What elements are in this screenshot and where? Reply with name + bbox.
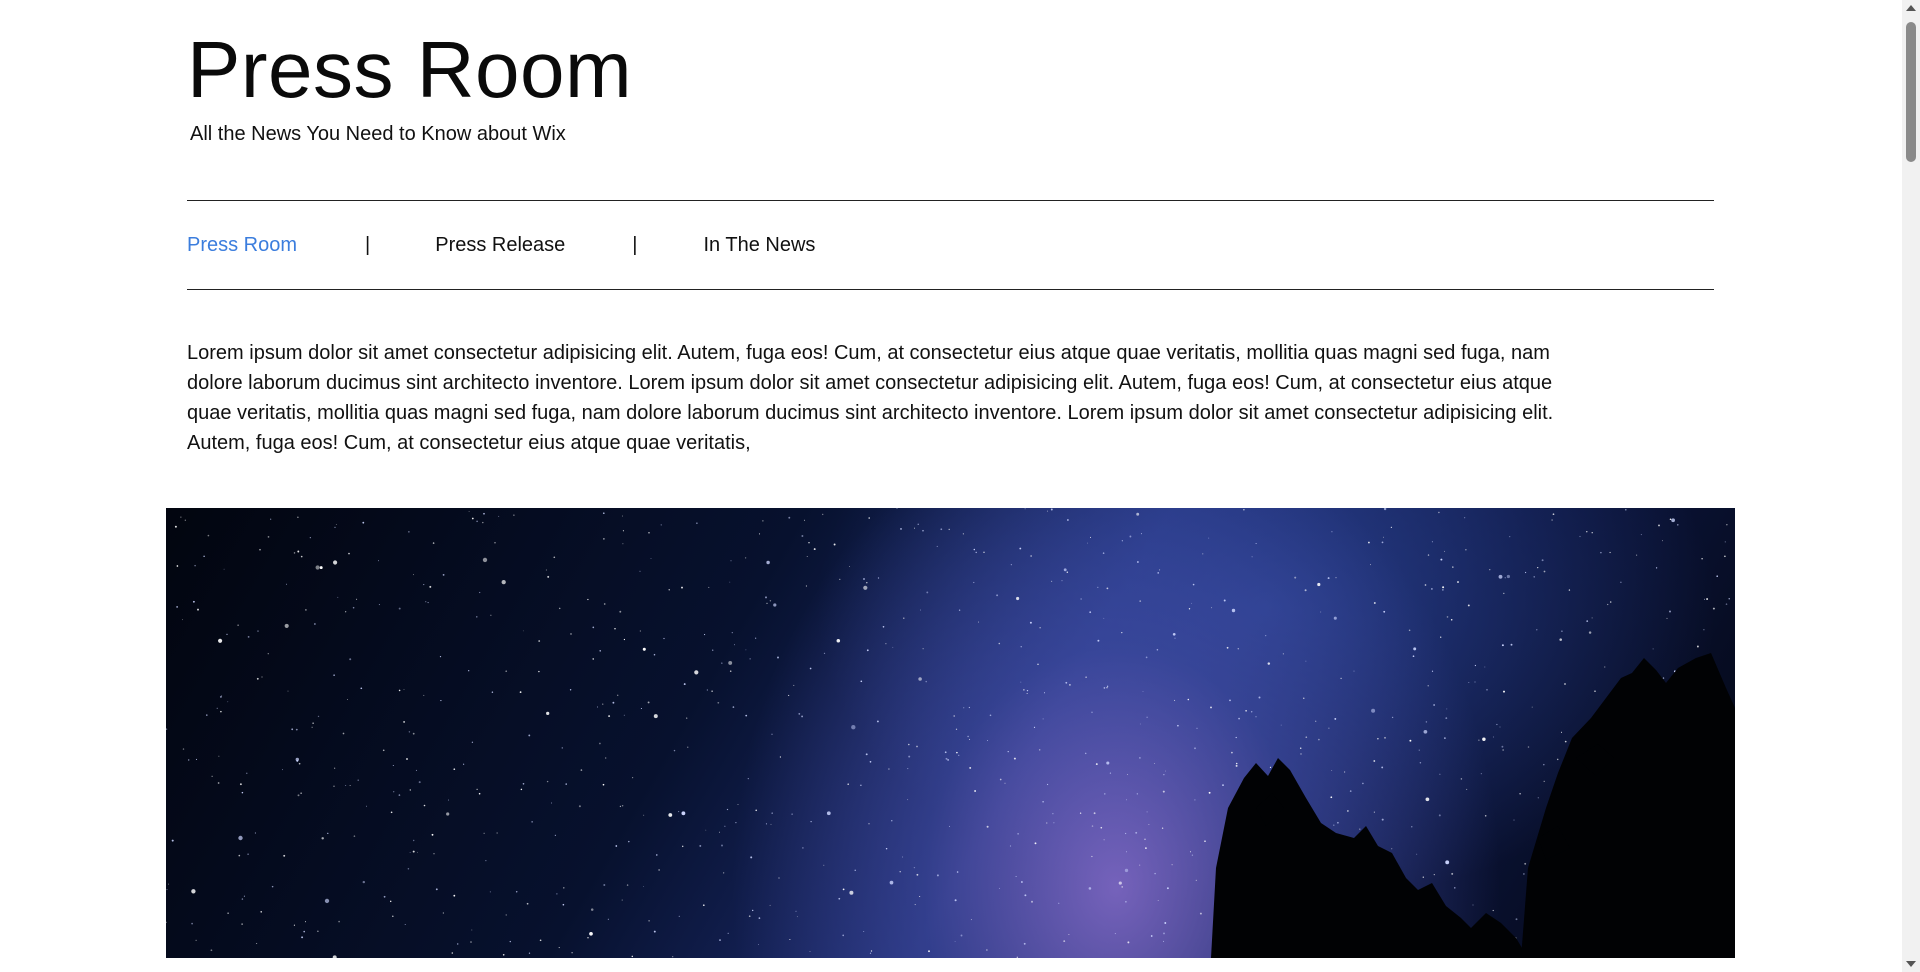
site-header: Press Room All the News You Need to Know… [187, 24, 632, 146]
nav-separator: | [632, 234, 638, 256]
main-nav: Press Room | Press Release | In The News [187, 232, 815, 258]
page-title: Press Room [187, 25, 633, 114]
nav-link-press-room[interactable]: Press Room [187, 232, 297, 258]
scrollbar-thumb[interactable] [1906, 22, 1916, 162]
hero-image [166, 508, 1735, 958]
intro-paragraph: Lorem ipsum dolor sit amet consectetur a… [187, 342, 1554, 454]
scroll-down-arrow-icon[interactable] [1906, 961, 1916, 967]
nav-link-in-the-news[interactable]: In The News [704, 232, 816, 258]
nav-link-press-release[interactable]: Press Release [435, 232, 565, 258]
scroll-up-arrow-icon[interactable] [1906, 5, 1916, 11]
nav-bottom-divider [187, 289, 1714, 290]
nav-top-divider [187, 200, 1714, 201]
tree-silhouette-graphic [1211, 653, 1735, 958]
page-subtitle: All the News You Need to Know about Wix [190, 123, 566, 145]
page: Press Room All the News You Need to Know… [0, 0, 1920, 972]
nav-separator: | [365, 234, 371, 256]
vertical-scrollbar[interactable] [1902, 0, 1920, 972]
